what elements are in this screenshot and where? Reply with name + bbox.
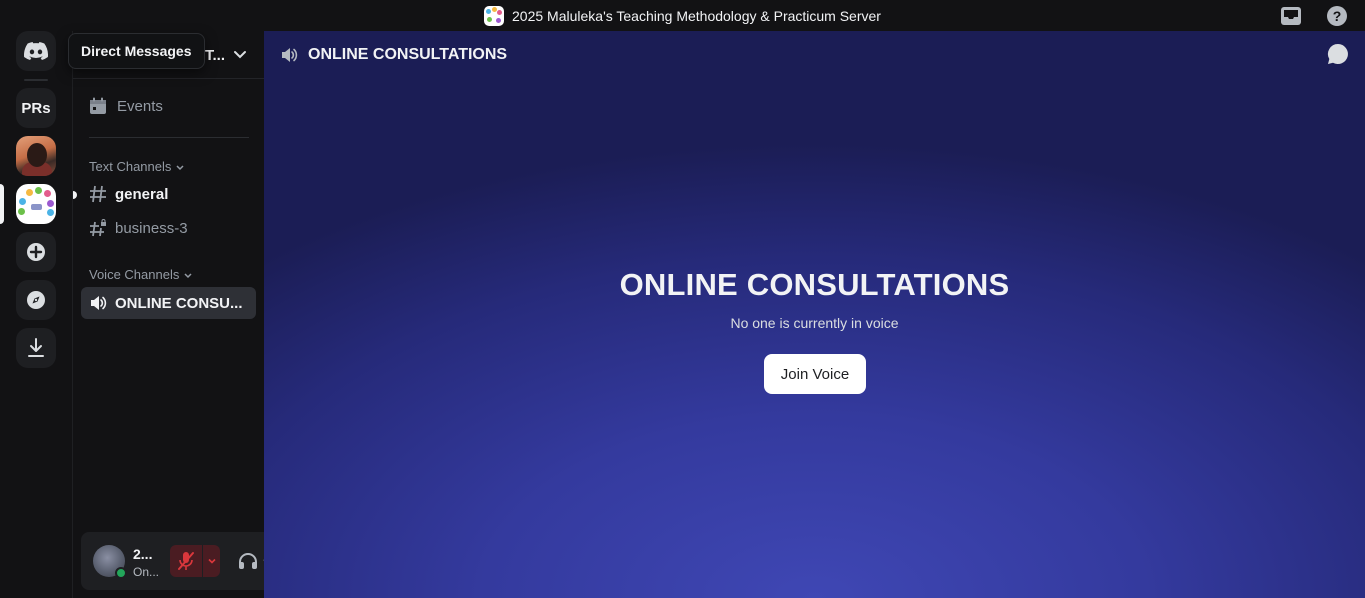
text-channels-category[interactable]: Text Channels	[89, 159, 185, 174]
voice-empty-text: No one is currently in voice	[730, 315, 899, 331]
online-status-dot	[115, 567, 127, 579]
server-rail: PRs	[0, 31, 72, 598]
join-voice-button[interactable]: Join Voice	[764, 354, 866, 394]
locked-hashtag-icon	[90, 219, 106, 237]
channel-business-3[interactable]: business-3	[81, 212, 256, 244]
title-bar: 2025 Maluleka's Teaching Methodology & P…	[0, 0, 1365, 31]
inbox-icon[interactable]	[1279, 4, 1303, 28]
chevron-down-icon	[184, 272, 192, 278]
svg-text:?: ?	[1333, 8, 1342, 24]
server-name: T...	[205, 47, 226, 64]
help-icon[interactable]: ?	[1325, 4, 1349, 28]
open-chat-button[interactable]	[1327, 43, 1349, 70]
compass-icon	[27, 291, 45, 309]
voice-channels-category[interactable]: Voice Channels	[89, 267, 193, 282]
sidebar-divider	[89, 137, 249, 138]
chevron-down-icon	[234, 51, 246, 59]
events-label: Events	[117, 97, 163, 115]
chevron-down-icon	[176, 164, 184, 170]
mic-toggle[interactable]	[170, 545, 220, 577]
direct-messages-tooltip: Direct Messages	[68, 33, 205, 69]
user-status-text: On...	[133, 565, 160, 579]
window-title: 2025 Maluleka's Teaching Methodology & P…	[512, 7, 881, 24]
voice-empty-state: ONLINE CONSULTATIONS No one is currently…	[264, 267, 1365, 331]
speaker-icon	[91, 296, 107, 310]
rail-separator	[24, 79, 48, 81]
speaker-icon	[282, 48, 298, 62]
chat-bubble-icon	[1327, 43, 1348, 64]
add-server-button[interactable]	[16, 232, 56, 272]
download-icon	[28, 338, 44, 357]
hashtag-icon	[90, 185, 106, 203]
home-button[interactable]	[16, 31, 56, 71]
chevron-down-icon	[207, 558, 216, 564]
headphones-icon	[239, 553, 257, 569]
microphone-muted-icon	[178, 552, 194, 570]
username: 2...	[133, 546, 153, 562]
server-methodology[interactable]	[16, 184, 56, 224]
channel-sidebar: T... Events Text Channels general busine…	[72, 31, 328, 598]
channel-general[interactable]: general	[81, 178, 256, 210]
server-mini-icon	[484, 5, 505, 26]
plus-icon	[27, 243, 45, 261]
voice-channel-online-consultations[interactable]: ONLINE CONSU...	[81, 287, 256, 319]
mic-options-button[interactable]	[203, 545, 220, 577]
unread-indicator	[73, 191, 77, 199]
server-photo[interactable]	[16, 136, 56, 176]
download-apps-button[interactable]	[16, 328, 56, 368]
server-prs[interactable]: PRs	[16, 88, 56, 128]
channel-header: ONLINE CONSULTATIONS	[264, 31, 1365, 79]
mute-button[interactable]	[170, 545, 202, 577]
calendar-icon	[90, 97, 106, 114]
channel-title: ONLINE CONSULTATIONS	[308, 46, 508, 63]
voice-channel-heading: ONLINE CONSULTATIONS	[619, 267, 1010, 302]
selected-server-pill	[0, 184, 4, 224]
discover-button[interactable]	[16, 280, 56, 320]
events-item[interactable]: Events	[89, 97, 163, 115]
voice-channel-view: ONLINE CONSULTATIONS ONLINE CONSULTATION…	[264, 31, 1365, 598]
discord-icon	[24, 42, 48, 60]
